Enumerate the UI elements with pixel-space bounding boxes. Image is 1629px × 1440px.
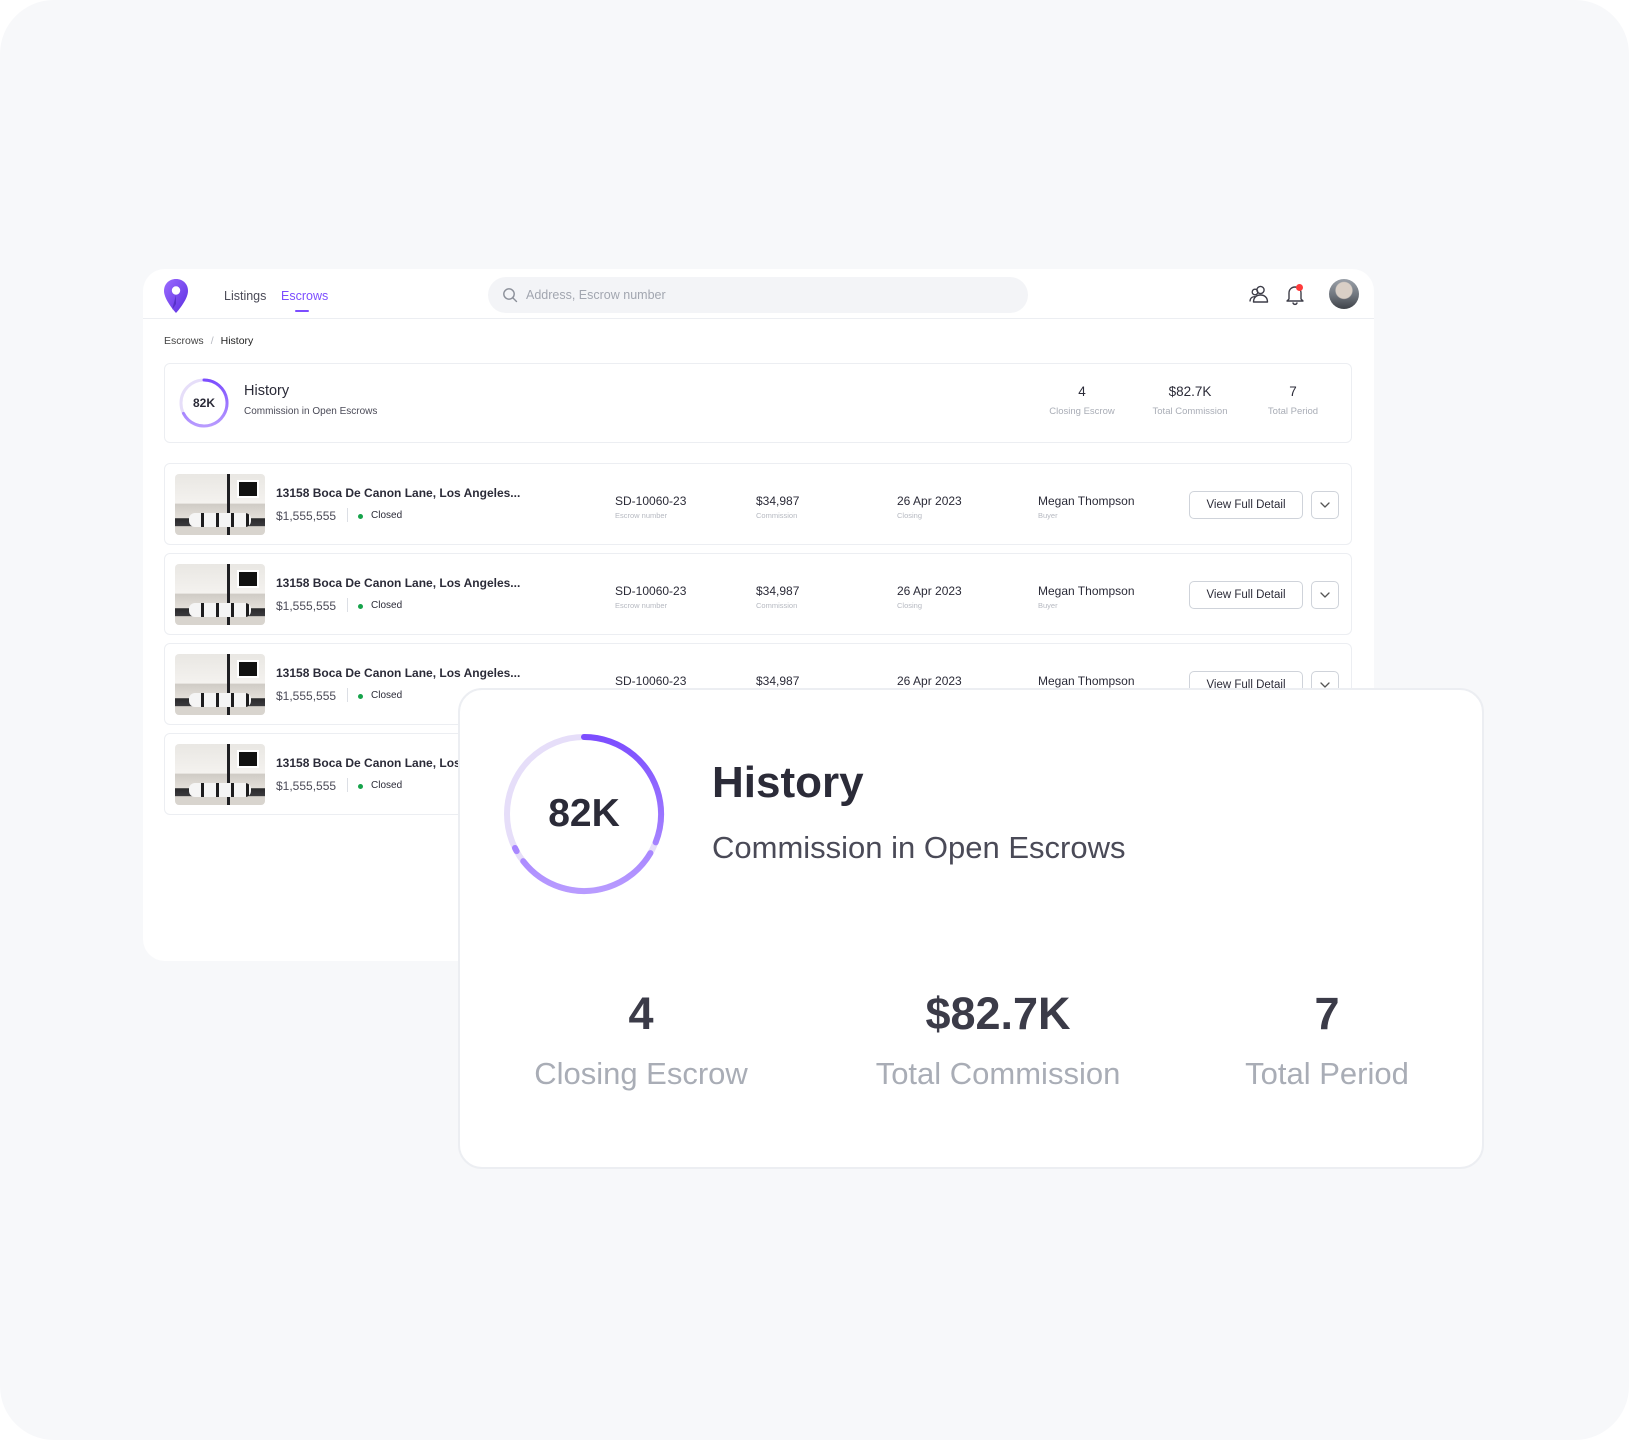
stat-label: Total Period xyxy=(1245,1056,1409,1091)
stat-value: 4 xyxy=(628,988,654,1039)
commission-value: $34,987 xyxy=(756,584,800,598)
property-address: 13158 Boca De Canon Lane, Los Angeles... xyxy=(276,486,521,500)
status-dot xyxy=(358,514,363,519)
summary-title: History xyxy=(244,383,290,399)
expand-row-button[interactable] xyxy=(1311,491,1339,519)
search-bar xyxy=(488,277,1028,313)
summary-subtitle: Commission in Open Escrows xyxy=(244,406,378,417)
commission-value: $34,987 xyxy=(756,494,800,508)
buyer-label: Buyer xyxy=(1038,601,1058,610)
buyer-label: Buyer xyxy=(1038,511,1058,520)
zoomed-history-card: 82K History Commission in Open Escrows 4… xyxy=(458,688,1484,1169)
property-thumbnail xyxy=(175,744,265,805)
view-full-detail-button[interactable]: View Full Detail xyxy=(1189,581,1303,609)
status-badge: Closed xyxy=(371,780,403,791)
status-dot xyxy=(358,604,363,609)
stat-value: $82.7K xyxy=(1168,384,1212,399)
breadcrumb-escrows-link[interactable]: Escrows xyxy=(164,335,204,347)
closing-date: 26 Apr 2023 xyxy=(897,494,962,508)
divider xyxy=(347,688,348,702)
map-pin-logo-icon[interactable] xyxy=(163,278,189,314)
stat-total-commission: $82.7K Total Commission xyxy=(1140,384,1240,417)
zoom-title: History xyxy=(712,758,864,807)
breadcrumb-current: History xyxy=(220,335,254,347)
escrow-row[interactable]: 13158 Boca De Canon Lane, Los Angeles...… xyxy=(164,463,1352,545)
buyer-name: Megan Thompson xyxy=(1038,494,1135,508)
escrow-number-label: Escrow number xyxy=(615,601,668,610)
closing-date: 26 Apr 2023 xyxy=(897,674,962,688)
divider xyxy=(347,778,348,792)
property-price: $1,555,555 xyxy=(276,779,337,793)
stat-label: Total Commission xyxy=(875,1056,1121,1091)
property-price: $1,555,555 xyxy=(276,599,337,613)
search-input[interactable] xyxy=(526,277,1006,313)
status-badge: Closed xyxy=(371,510,403,521)
chevron-down-icon xyxy=(1320,502,1330,508)
buyer-name: Megan Thompson xyxy=(1038,584,1135,598)
user-avatar[interactable] xyxy=(1329,279,1359,309)
closing-label: Closing xyxy=(897,511,923,520)
closing-date: 26 Apr 2023 xyxy=(897,584,962,598)
property-price: $1,555,555 xyxy=(276,509,337,523)
property-thumbnail xyxy=(175,474,265,535)
escrow-number-label: Escrow number xyxy=(615,511,668,520)
commission-label: Commission xyxy=(756,601,798,610)
zoom-stat-closing-escrow: 4 Closing Escrow xyxy=(526,988,756,1092)
escrow-number: SD-10060-23 xyxy=(615,494,687,508)
closing-label: Closing xyxy=(897,601,923,610)
users-icon[interactable] xyxy=(1247,282,1271,306)
divider xyxy=(347,508,348,522)
escrow-row[interactable]: 13158 Boca De Canon Lane, Los Angeles...… xyxy=(164,553,1352,635)
status-dot xyxy=(358,694,363,699)
status-badge: Closed xyxy=(371,600,403,611)
status-dot xyxy=(358,784,363,789)
breadcrumb: Escrows / History xyxy=(164,335,253,347)
stat-value: 7 xyxy=(1314,988,1340,1039)
nav-link-escrows[interactable]: Escrows xyxy=(281,289,328,303)
background-canvas: Listings Escrows Address, Escrow number … xyxy=(0,0,1629,1440)
escrow-number: SD-10060-23 xyxy=(615,584,687,598)
commission-ring-label: 82K xyxy=(548,792,620,835)
stat-value: 4 xyxy=(1078,384,1086,399)
chevron-down-icon xyxy=(1320,592,1330,598)
property-thumbnail xyxy=(175,564,265,625)
stat-closing-escrow: 4 Closing Escrow xyxy=(1032,384,1132,417)
expand-row-button[interactable] xyxy=(1311,581,1339,609)
status-badge: Closed xyxy=(371,690,403,701)
commission-ring-label: 82K xyxy=(192,396,215,410)
commission-value: $34,987 xyxy=(756,674,800,688)
stat-label: Total Period xyxy=(1267,406,1319,417)
search-icon xyxy=(503,288,518,303)
nav-link-listings[interactable]: Listings xyxy=(224,289,266,303)
property-price: $1,555,555 xyxy=(276,689,337,703)
escrow-number: SD-10060-23 xyxy=(615,674,687,688)
buyer-name: Megan Thompson xyxy=(1038,674,1135,688)
stat-label: Total Commission xyxy=(1152,406,1228,417)
zoom-subtitle: Commission in Open Escrows xyxy=(712,830,1126,865)
stat-value: 7 xyxy=(1289,384,1297,399)
property-address: 13158 Boca De Canon Lane, Los xyxy=(276,756,461,770)
property-thumbnail xyxy=(175,654,265,715)
breadcrumb-separator: / xyxy=(210,335,214,347)
stat-total-period: 7 Total Period xyxy=(1243,384,1343,417)
stat-label: Closing Escrow xyxy=(534,1056,748,1091)
zoom-stat-total-commission: $82.7K Total Commission xyxy=(858,988,1138,1092)
property-address: 13158 Boca De Canon Lane, Los Angeles... xyxy=(276,666,521,680)
history-summary-card: 82K History Commission in Open Escrows 4… xyxy=(164,363,1352,443)
divider xyxy=(347,598,348,612)
bell-icon[interactable] xyxy=(1283,282,1307,306)
top-navigation-bar: Listings Escrows xyxy=(143,269,1374,319)
stat-value: $82.7K xyxy=(925,988,1071,1039)
commission-label: Commission xyxy=(756,511,798,520)
notification-badge xyxy=(1296,284,1303,291)
active-tab-indicator xyxy=(295,310,309,312)
zoom-stat-total-period: 7 Total Period xyxy=(1217,988,1437,1092)
stat-label: Closing Escrow xyxy=(1049,406,1115,417)
view-full-detail-button[interactable]: View Full Detail xyxy=(1189,491,1303,519)
property-address: 13158 Boca De Canon Lane, Los Angeles... xyxy=(276,576,521,590)
